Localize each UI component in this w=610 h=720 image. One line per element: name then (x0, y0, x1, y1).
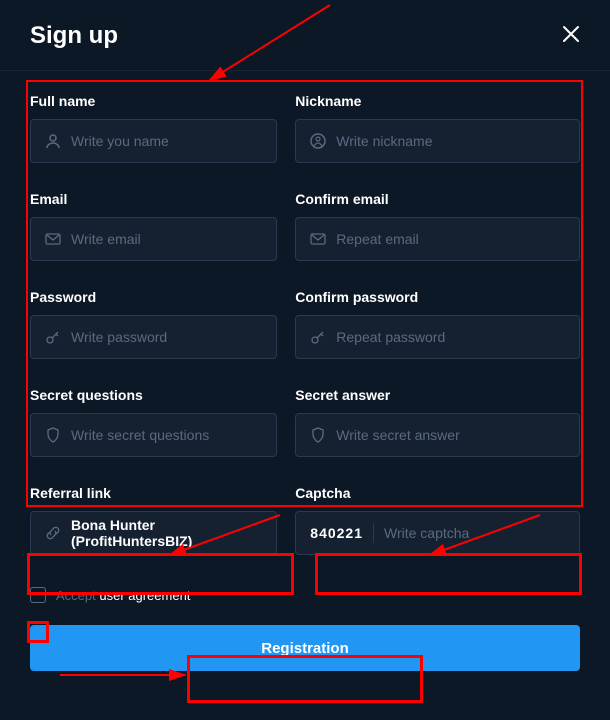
captcha-label: Captcha (295, 485, 580, 501)
field-confirm-email: Confirm email (295, 191, 580, 261)
nickname-input-wrap[interactable] (295, 119, 580, 163)
user-agreement-link[interactable]: user agreement (99, 588, 190, 603)
email-label: Email (30, 191, 277, 207)
modal-header: Sign up (0, 0, 610, 71)
field-captcha: Captcha 840221 (295, 485, 580, 555)
fullname-label: Full name (30, 93, 277, 109)
shield-icon (310, 427, 326, 443)
captcha-code: 840221 (310, 525, 363, 541)
secret-questions-label: Secret questions (30, 387, 277, 403)
secret-answer-input-wrap[interactable] (295, 413, 580, 457)
referral-display: Bona Hunter (ProfitHuntersBIZ) (30, 511, 277, 555)
registration-button[interactable]: Registration (30, 625, 580, 671)
field-grid: Full name Nickname Email (30, 83, 580, 565)
referral-label: Referral link (30, 485, 277, 501)
field-referral: Referral link Bona Hunter (ProfitHunters… (30, 485, 277, 555)
confirm-email-label: Confirm email (295, 191, 580, 207)
agreement-checkbox[interactable] (30, 587, 46, 603)
secret-questions-input[interactable] (71, 414, 262, 456)
fullname-input-wrap[interactable] (30, 119, 277, 163)
captcha-input-wrap[interactable]: 840221 (295, 511, 580, 555)
form-body: Full name Nickname Email (0, 71, 610, 681)
key-icon (45, 329, 61, 345)
mail-icon (310, 231, 326, 247)
mail-icon (45, 231, 61, 247)
key-icon (310, 329, 326, 345)
nickname-input[interactable] (336, 120, 565, 162)
field-secret-answer: Secret answer (295, 387, 580, 457)
secret-answer-input[interactable] (336, 414, 565, 456)
field-nickname: Nickname (295, 93, 580, 163)
confirm-password-input-wrap[interactable] (295, 315, 580, 359)
captcha-divider (373, 523, 374, 543)
password-input[interactable] (71, 316, 262, 358)
field-confirm-password: Confirm password (295, 289, 580, 359)
field-fullname: Full name (30, 93, 277, 163)
confirm-password-label: Confirm password (295, 289, 580, 305)
shield-icon (45, 427, 61, 443)
password-label: Password (30, 289, 277, 305)
agreement-text: Accept user agreement (56, 588, 190, 603)
email-input[interactable] (71, 218, 262, 260)
referral-value: Bona Hunter (ProfitHuntersBIZ) (71, 517, 262, 549)
user-icon (45, 133, 61, 149)
close-icon (562, 25, 580, 43)
fullname-input[interactable] (71, 120, 262, 162)
confirm-password-input[interactable] (336, 316, 565, 358)
agreement-row: Accept user agreement (30, 587, 580, 603)
nickname-label: Nickname (295, 93, 580, 109)
field-password: Password (30, 289, 277, 359)
page-title: Sign up (30, 22, 118, 50)
secret-answer-label: Secret answer (295, 387, 580, 403)
confirm-email-input-wrap[interactable] (295, 217, 580, 261)
secret-questions-input-wrap[interactable] (30, 413, 277, 457)
field-secret-questions: Secret questions (30, 387, 277, 457)
agreement-prefix: Accept (56, 588, 99, 603)
captcha-input[interactable] (384, 512, 565, 554)
email-input-wrap[interactable] (30, 217, 277, 261)
close-button[interactable] (562, 25, 580, 47)
confirm-email-input[interactable] (336, 218, 565, 260)
password-input-wrap[interactable] (30, 315, 277, 359)
link-icon (45, 525, 61, 541)
user-circle-icon (310, 133, 326, 149)
field-email: Email (30, 191, 277, 261)
